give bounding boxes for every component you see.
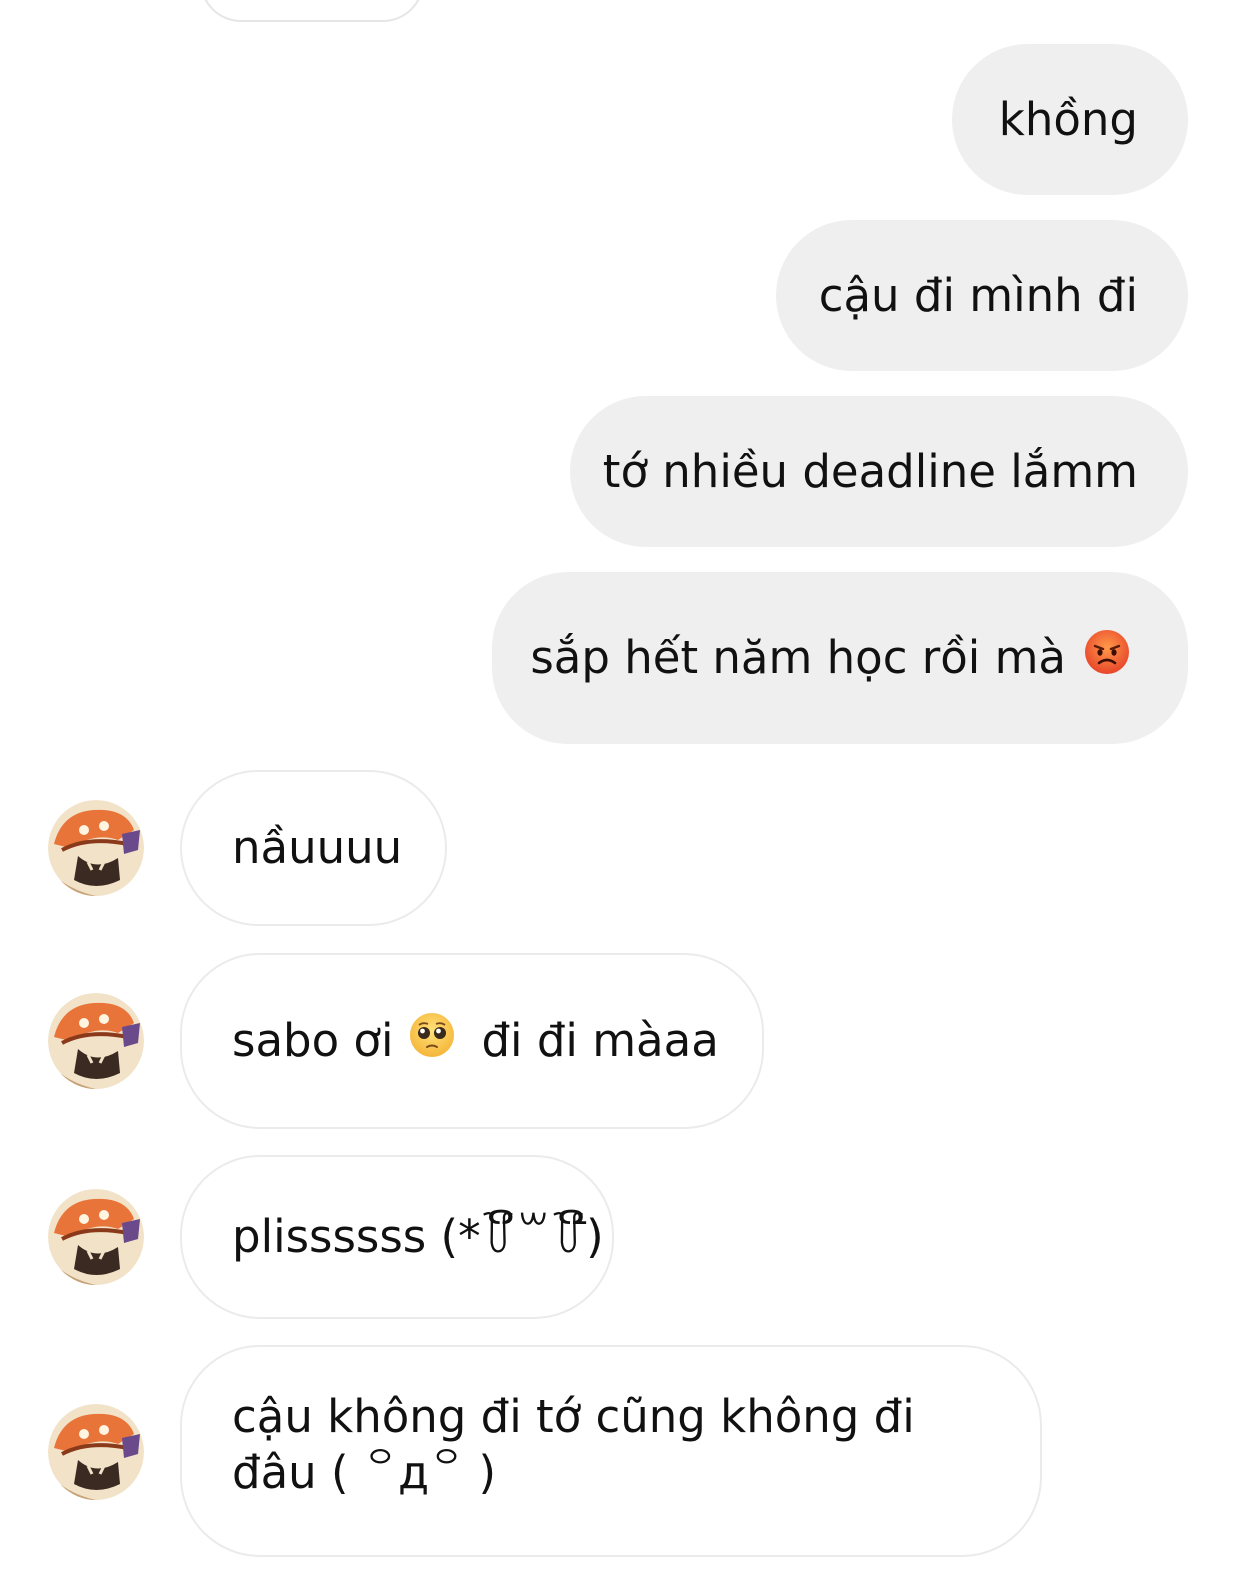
sent-message-bubble[interactable]: cậu đi mình đi: [776, 220, 1188, 371]
message-text: tớ nhiều deadline lắmm: [602, 444, 1138, 498]
partial-message-bubble: [200, 0, 424, 22]
message-text: khồng: [998, 92, 1138, 146]
anime-character-avatar-icon[interactable]: [48, 1404, 144, 1500]
message-text-line-1: cậu không đi tớ cũng không đi: [232, 1390, 915, 1443]
sent-message-bubble[interactable]: sắp hết năm học rồi mà: [492, 572, 1188, 744]
received-message-bubble[interactable]: cậu không đi tớ cũng không đi đâu ( ꒪д꒪ …: [180, 1345, 1042, 1557]
pleading-face-icon: [409, 1012, 455, 1071]
pouting-face-icon: [1084, 629, 1130, 688]
received-message-bubble[interactable]: sabo ơi đi đi màaa: [180, 953, 764, 1129]
message-text: sắp hết năm học rồi mà: [530, 631, 1066, 684]
message-text: plissssss (*꒦ິ꒳꒦ີ): [232, 1210, 604, 1263]
message-text: đi đi màaa: [481, 1014, 719, 1067]
anime-character-avatar-icon[interactable]: [48, 993, 144, 1089]
sent-message-bubble[interactable]: khồng: [952, 44, 1188, 195]
received-message-bubble[interactable]: plissssss (*꒦ິ꒳꒦ີ): [180, 1155, 614, 1319]
anime-character-avatar-icon[interactable]: [48, 800, 144, 896]
message-text: nầuuuu: [232, 821, 403, 874]
message-text-line-2: đâu ( ꒪д꒪ ): [232, 1446, 497, 1499]
message-text: cậu đi mình đi: [818, 268, 1138, 322]
chat-thread[interactable]: khồng cậu đi mình đi tớ nhiều deadline l…: [0, 0, 1242, 1576]
anime-character-avatar-icon[interactable]: [48, 1189, 144, 1285]
sent-message-bubble[interactable]: tớ nhiều deadline lắmm: [570, 396, 1188, 547]
message-text: sabo ơi: [232, 1014, 394, 1067]
received-message-bubble[interactable]: nầuuuu: [180, 770, 447, 926]
